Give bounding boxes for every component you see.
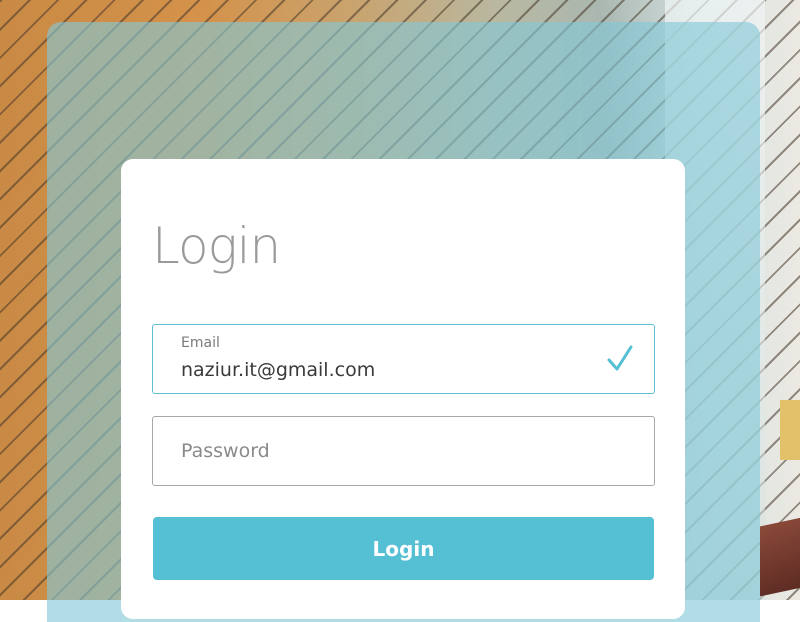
page-title: Login [152,217,281,275]
email-value[interactable]: naziur.it@gmail.com [181,359,375,381]
email-field[interactable]: Email naziur.it@gmail.com [152,324,655,394]
password-input[interactable] [153,417,654,485]
login-button[interactable]: Login [153,517,654,580]
background-bar [760,513,800,597]
background-accent [780,400,800,460]
password-field[interactable] [152,416,655,486]
login-card: Login Email naziur.it@gmail.com Login [121,159,685,619]
check-icon [606,343,634,373]
email-label: Email [181,335,220,351]
